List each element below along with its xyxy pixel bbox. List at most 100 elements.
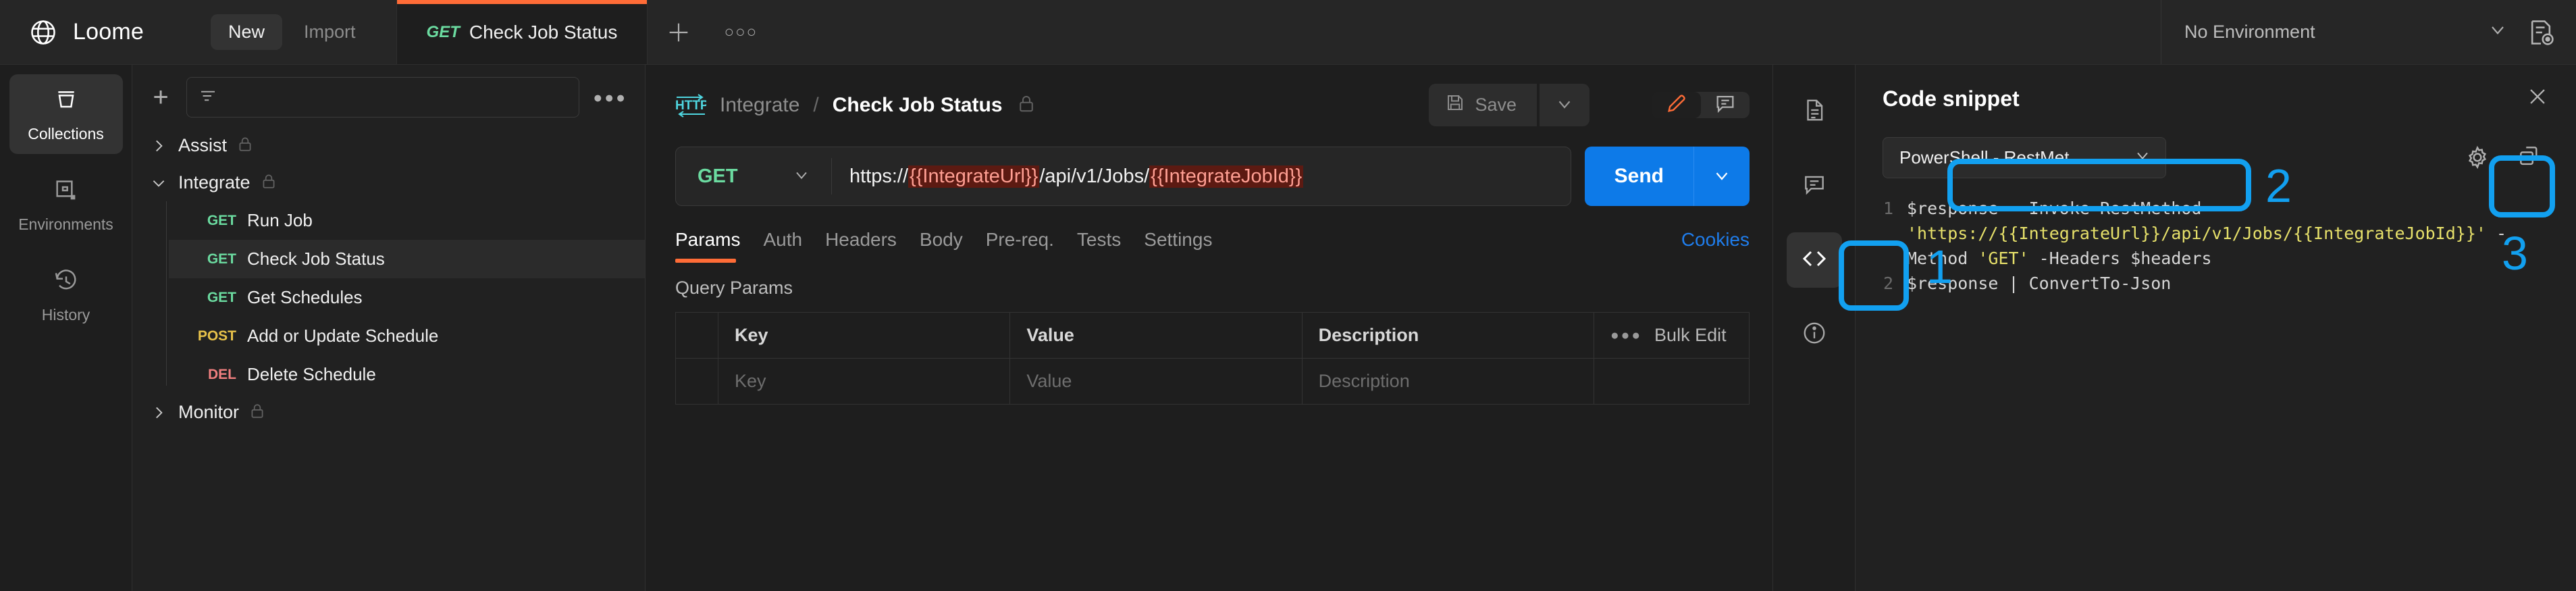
bulk-more-ellipsis-icon: ●●● [1610, 327, 1643, 343]
environment-select[interactable]: No Environment [2184, 19, 2508, 45]
environment-selected-label: No Environment [2184, 22, 2315, 42]
request-item-check-job-status[interactable]: GET Check Job Status [169, 240, 645, 278]
request-item-add-or-update-schedule[interactable]: POST Add or Update Schedule [169, 317, 645, 355]
pencil-icon [1665, 92, 1688, 118]
query-params-table: Key Value Description ●●● Bulk Edit Key … [675, 312, 1750, 405]
line-number: 2 [1883, 274, 1893, 293]
code-icon [1801, 245, 1828, 276]
row-checkbox-cell[interactable] [676, 359, 718, 404]
new-tab-plus-icon[interactable] [648, 0, 710, 64]
tab-params[interactable]: Params [675, 229, 740, 263]
globe-icon [28, 18, 58, 47]
chevron-down-icon [792, 165, 811, 188]
folder-name-label: Assist [178, 135, 228, 155]
comments-button[interactable] [1787, 158, 1842, 213]
tab-more-ellipsis-icon[interactable]: ○○○ [710, 0, 772, 64]
code-line: 1 $response = Invoke-RestMethod 'https:/… [1876, 196, 2552, 271]
param-value-input[interactable]: Value [1009, 359, 1301, 404]
top-actions: New Import [184, 0, 371, 64]
tab-body[interactable]: Body [920, 229, 963, 263]
language-select[interactable]: PowerShell - RestMet... [1883, 136, 2166, 178]
app-root: Loome New Import GET Check Job Status ○○… [0, 0, 2576, 591]
tree-filter-input[interactable] [186, 77, 580, 118]
snippet-header: Code snippet [1856, 65, 2576, 126]
code-segment-string: 'https://{{IntegrateUrl}}/api/v1/Jobs/{{… [1907, 224, 2486, 243]
collection-folder-monitor[interactable]: Monitor [132, 394, 645, 431]
tab-tests[interactable]: Tests [1077, 229, 1121, 263]
info-icon [1802, 320, 1827, 349]
request-name-label: Add or Update Schedule [247, 326, 439, 346]
tab-auth[interactable]: Auth [763, 229, 802, 263]
copy-button[interactable] [2507, 135, 2552, 180]
breadcrumb-bar: HTTP Integrate / Check Job Status Save [646, 65, 1772, 143]
sidebar-item-label: History [41, 306, 90, 324]
request-item-run-job[interactable]: GET Run Job [169, 201, 645, 240]
language-selected-label: PowerShell - RestMet... [1899, 147, 2084, 168]
environment-list-icon[interactable] [2526, 18, 2556, 47]
view-mode-group [1652, 92, 1750, 118]
brand: Loome [0, 0, 184, 64]
folder-name-label: Monitor [178, 402, 240, 422]
sidebar-item-environments[interactable]: Environments [9, 165, 123, 245]
url-row: GET https://{{IntegrateUrl}}/api/v1/Jobs… [646, 143, 1772, 206]
tree-more-ellipsis-icon[interactable]: ●●● [590, 88, 630, 107]
send-options-button[interactable] [1693, 147, 1750, 206]
request-tab-check-job-status[interactable]: GET Check Job Status [396, 0, 648, 64]
param-description-input[interactable]: Description [1301, 359, 1594, 404]
request-item-get-schedules[interactable]: GET Get Schedules [169, 278, 645, 317]
table-row[interactable]: Key Value Description [676, 358, 1749, 404]
param-key-input[interactable]: Key [718, 359, 1009, 404]
request-item-delete-schedule[interactable]: DEL Delete Schedule [169, 355, 645, 394]
url-part-variable: {{IntegrateUrl}} [908, 165, 1040, 188]
integrate-requests: GET Run Job GET Check Job Status GET Get… [132, 201, 645, 394]
edit-mode-button[interactable] [1652, 92, 1701, 118]
save-button[interactable]: Save [1429, 84, 1537, 126]
tab-pre-request[interactable]: Pre-req. [986, 229, 1054, 263]
method-select[interactable]: GET [676, 165, 831, 188]
tab-headers[interactable]: Headers [825, 229, 897, 263]
environments-icon [53, 177, 80, 207]
cookies-link[interactable]: Cookies [1681, 229, 1750, 263]
request-method-label: DEL [208, 366, 236, 382]
code-segment-string: 'GET' [1978, 249, 2029, 268]
close-icon[interactable] [2526, 85, 2549, 112]
request-name-label: Check Job Status [247, 249, 385, 269]
gear-icon[interactable] [2459, 138, 2496, 176]
request-name-label: Delete Schedule [247, 364, 376, 384]
collection-tree-panel: + ●●● Assist Integrate GET Run Job GET C… [132, 65, 646, 591]
sidebar-item-label: Collections [28, 125, 104, 143]
bulk-edit-button[interactable]: ●●● Bulk Edit [1593, 313, 1749, 358]
row-actions-cell [1593, 359, 1749, 404]
info-button[interactable] [1787, 307, 1842, 362]
sidebar-item-history[interactable]: History [9, 255, 123, 335]
code-snippet-button[interactable] [1786, 232, 1842, 288]
tab-settings[interactable]: Settings [1144, 229, 1212, 263]
import-button[interactable]: Import [289, 14, 371, 50]
svg-text:HTTP: HTTP [675, 99, 706, 113]
tab-method-label: GET [426, 22, 460, 41]
lock-icon [260, 172, 278, 193]
save-options-button[interactable] [1540, 84, 1589, 126]
activity-rail: Collections Environments History [0, 65, 132, 591]
comment-icon [1714, 92, 1737, 118]
code-snippet-panel: Code snippet PowerShell - RestMet... 1 $… [1855, 65, 2576, 591]
column-header-description: Description [1301, 313, 1594, 358]
lock-icon [236, 135, 254, 156]
comment-button[interactable] [1701, 92, 1750, 118]
documentation-button[interactable] [1787, 84, 1842, 139]
url-input[interactable]: https://{{IntegrateUrl}}/api/v1/Jobs/{{I… [832, 165, 1571, 188]
lock-icon [1016, 93, 1036, 117]
sidebar-item-collections[interactable]: Collections [9, 74, 123, 154]
page-title: Check Job Status [832, 93, 1003, 116]
breadcrumb-parent[interactable]: Integrate [720, 94, 799, 117]
line-number: 1 [1883, 199, 1893, 218]
collection-folder-integrate[interactable]: Integrate [132, 164, 645, 201]
collection-folder-assist[interactable]: Assist [132, 127, 645, 164]
code-snippet-content[interactable]: 1 $response = Invoke-RestMethod 'https:/… [1856, 192, 2576, 591]
add-collection-plus-icon[interactable]: + [146, 84, 176, 111]
send-button[interactable]: Send [1584, 147, 1693, 206]
header-checkbox-cell [676, 313, 718, 358]
new-button[interactable]: New [211, 14, 283, 50]
brand-label: Loome [73, 19, 144, 45]
request-tabs: Params Auth Headers Body Pre-req. Tests … [646, 206, 1772, 263]
